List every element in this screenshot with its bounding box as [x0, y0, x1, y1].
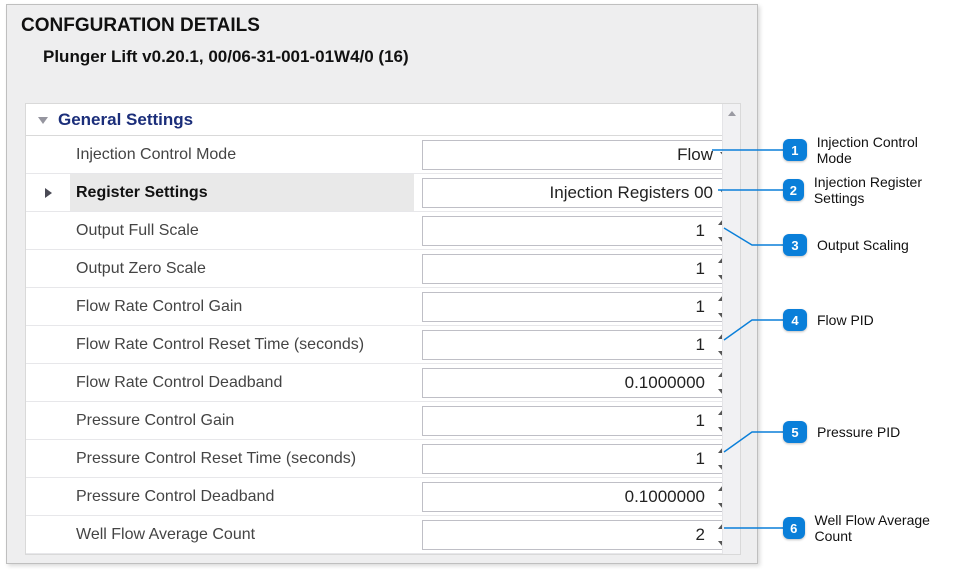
callout-text: Injection Register Settings: [814, 174, 955, 206]
callout-1: 1 Injection Control Mode: [783, 138, 955, 162]
callout-text: Injection Control Mode: [817, 134, 955, 166]
row-gutter: [26, 440, 70, 477]
row-value-cell: 0.1000000: [414, 478, 740, 515]
row-value-cell: Flow: [414, 136, 740, 173]
callout-2: 2 Injection Register Settings: [783, 178, 955, 202]
register-settings-select[interactable]: Injection Registers 00: [422, 178, 736, 208]
flow-rate-gain-input[interactable]: 1: [422, 292, 736, 322]
pressure-reset-input[interactable]: 1: [422, 444, 736, 474]
row-well-flow-avg: Well Flow Average Count 2: [26, 516, 740, 554]
row-label: Pressure Control Gain: [70, 402, 414, 439]
row-label: Flow Rate Control Deadband: [70, 364, 414, 401]
row-pressure-reset: Pressure Control Reset Time (seconds) 1: [26, 440, 740, 478]
callout-badge: 2: [783, 179, 804, 201]
callout-text: Flow PID: [817, 312, 874, 328]
row-value-cell: 1: [414, 250, 740, 287]
callout-5: 5 Pressure PID: [783, 420, 900, 444]
flow-rate-deadband-input[interactable]: 0.1000000: [422, 368, 736, 398]
injection-control-mode-select[interactable]: Flow: [422, 140, 736, 170]
pressure-gain-input[interactable]: 1: [422, 406, 736, 436]
row-output-zero-scale: Output Zero Scale 1: [26, 250, 740, 288]
row-value-cell: Injection Registers 00: [414, 174, 740, 211]
expand-row-icon[interactable]: [45, 188, 52, 198]
row-register-settings: Register Settings Injection Registers 00: [26, 174, 740, 212]
row-label: Pressure Control Deadband: [70, 478, 414, 515]
rows-container: Injection Control Mode Flow Register Set…: [26, 136, 740, 554]
row-gutter: [26, 250, 70, 287]
section-header[interactable]: General Settings: [26, 104, 740, 136]
row-label: Well Flow Average Count: [70, 516, 414, 553]
row-value-cell: 1: [414, 288, 740, 325]
row-value-cell: 0.1000000: [414, 364, 740, 401]
row-pressure-gain: Pressure Control Gain 1: [26, 402, 740, 440]
input-value: 1: [696, 411, 705, 431]
select-value: Flow: [677, 145, 713, 165]
row-flow-rate-reset: Flow Rate Control Reset Time (seconds) 1: [26, 326, 740, 364]
row-label: Pressure Control Reset Time (seconds): [70, 440, 414, 477]
row-value-cell: 1: [414, 440, 740, 477]
input-value: 1: [696, 259, 705, 279]
scrollbar[interactable]: [722, 104, 740, 554]
row-injection-control-mode: Injection Control Mode Flow: [26, 136, 740, 174]
scroll-up-icon[interactable]: [723, 104, 741, 122]
callout-text: Well Flow Average Count: [815, 512, 955, 544]
callout-badge: 4: [783, 309, 807, 331]
row-value-cell: 1: [414, 212, 740, 249]
pressure-deadband-input[interactable]: 0.1000000: [422, 482, 736, 512]
callout-badge: 6: [783, 517, 805, 539]
row-label: Register Settings: [70, 174, 414, 211]
input-value: 1: [696, 335, 705, 355]
row-gutter: [26, 516, 70, 553]
row-gutter: [26, 326, 70, 363]
page-subtitle: Plunger Lift v0.20.1, 00/06-31-001-01W4/…: [7, 37, 757, 67]
flow-rate-reset-input[interactable]: 1: [422, 330, 736, 360]
callout-badge: 3: [783, 234, 807, 256]
row-label: Flow Rate Control Gain: [70, 288, 414, 325]
row-pressure-deadband: Pressure Control Deadband 0.1000000: [26, 478, 740, 516]
row-label: Output Zero Scale: [70, 250, 414, 287]
callout-6: 6 Well Flow Average Count: [783, 516, 955, 540]
row-flow-rate-gain: Flow Rate Control Gain 1: [26, 288, 740, 326]
select-value: Injection Registers 00: [550, 183, 713, 203]
row-value-cell: 1: [414, 326, 740, 363]
row-output-full-scale: Output Full Scale 1: [26, 212, 740, 250]
row-gutter: [26, 212, 70, 249]
input-value: 1: [696, 449, 705, 469]
callout-badge: 5: [783, 421, 807, 443]
row-gutter: [26, 136, 70, 173]
page-title: CONFGURATION DETAILS: [7, 5, 757, 37]
row-gutter: [26, 174, 70, 211]
collapse-icon[interactable]: [38, 117, 48, 124]
config-panel: CONFGURATION DETAILS Plunger Lift v0.20.…: [6, 4, 758, 564]
input-value: 0.1000000: [625, 373, 705, 393]
input-value: 0.1000000: [625, 487, 705, 507]
callout-badge: 1: [783, 139, 807, 161]
row-gutter: [26, 288, 70, 325]
input-value: 1: [696, 297, 705, 317]
callout-text: Output Scaling: [817, 237, 909, 253]
callout-3: 3 Output Scaling: [783, 233, 909, 257]
callout-4: 4 Flow PID: [783, 308, 874, 332]
well-flow-avg-input[interactable]: 2: [422, 520, 736, 550]
settings-grid: General Settings Injection Control Mode …: [25, 103, 741, 555]
input-value: 2: [696, 525, 705, 545]
output-full-scale-input[interactable]: 1: [422, 216, 736, 246]
section-title: General Settings: [58, 110, 193, 130]
row-label: Output Full Scale: [70, 212, 414, 249]
callout-text: Pressure PID: [817, 424, 900, 440]
row-value-cell: 2: [414, 516, 740, 553]
input-value: 1: [696, 221, 705, 241]
row-label: Flow Rate Control Reset Time (seconds): [70, 326, 414, 363]
row-gutter: [26, 478, 70, 515]
output-zero-scale-input[interactable]: 1: [422, 254, 736, 284]
row-gutter: [26, 364, 70, 401]
row-value-cell: 1: [414, 402, 740, 439]
row-flow-rate-deadband: Flow Rate Control Deadband 0.1000000: [26, 364, 740, 402]
row-label: Injection Control Mode: [70, 136, 414, 173]
row-gutter: [26, 402, 70, 439]
